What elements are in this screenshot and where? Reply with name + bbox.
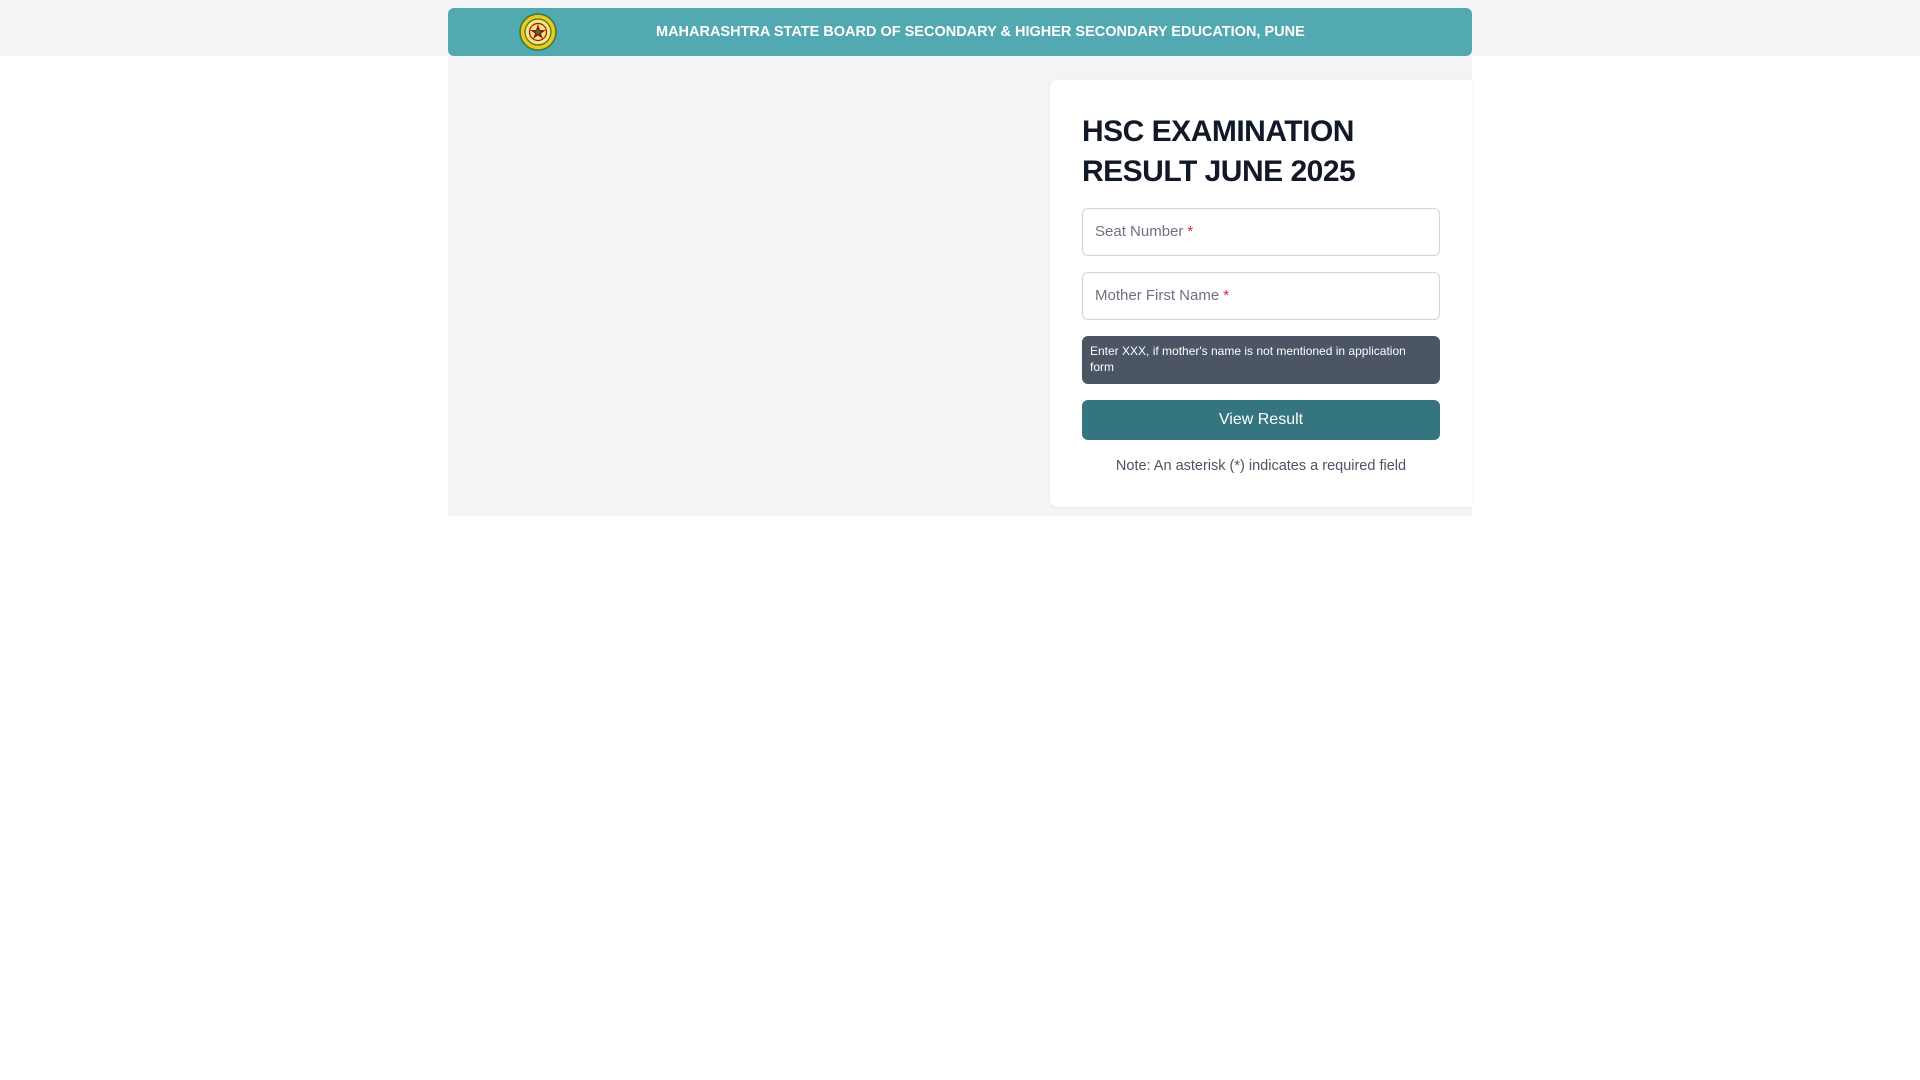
site-header: MAHARASHTRA STATE BOARD OF SECONDARY & H… (448, 8, 1472, 56)
page-title: HSC EXAMINATION RESULT JUNE 2025 (1082, 115, 1356, 188)
mother-first-name-input[interactable] (1083, 273, 1439, 319)
header-title: MAHARASHTRA STATE BOARD OF SECONDARY & H… (656, 24, 1305, 40)
seat-number-input[interactable] (1083, 209, 1439, 255)
mother-name-hint: Enter XXX, if mother's name is not menti… (1082, 336, 1440, 384)
main-area: HSC EXAMINATION RESULT JUNE 2025 Seat Nu… (448, 56, 1472, 516)
seat-number-field[interactable]: Seat Number * (1082, 208, 1440, 256)
result-form-card: HSC EXAMINATION RESULT JUNE 2025 Seat Nu… (1050, 80, 1472, 507)
mother-first-name-field[interactable]: Mother First Name * (1082, 272, 1440, 320)
required-field-note: Note: An asterisk (*) indicates a requir… (1115, 458, 1407, 474)
board-emblem-icon (519, 13, 557, 51)
view-result-button[interactable]: View Result (1082, 400, 1440, 440)
